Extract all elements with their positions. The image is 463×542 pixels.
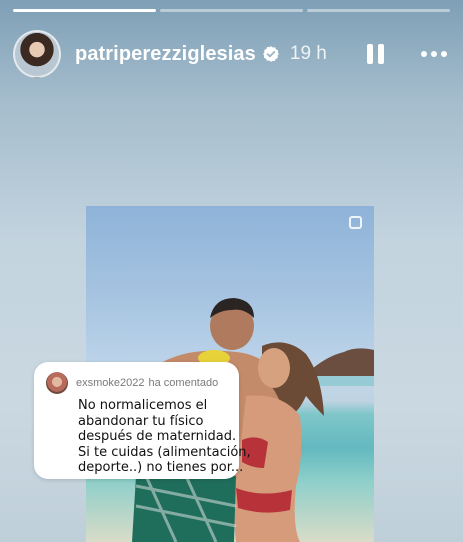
comment-header: exsmoke2022 ha comentado [46,372,227,394]
progress-segment-1 [13,9,156,12]
comment-text: No normalicemos el abandonar tu físico d… [78,398,251,476]
verified-badge-icon [262,45,280,63]
story-progress-bar [13,9,450,12]
pause-icon[interactable] [360,39,390,69]
comment-sticker[interactable]: exsmoke2022 ha comentado No normalicemos… [34,362,251,479]
commenter-username: exsmoke2022 [76,377,145,389]
comment-line: Si te cuidas (alimentación, [78,444,251,460]
username[interactable]: patriperezziglesias [75,43,256,66]
comment-line: abandonar tu físico [78,413,204,429]
comment-action: ha comentado [148,377,219,389]
more-options-icon[interactable] [418,39,450,69]
comment-line: después de maternidad. [78,429,237,444]
post-time: 19 h [289,43,327,64]
comment-line: deporte..) no tienes por... [78,460,244,475]
progress-segment-3 [307,9,450,12]
profile-avatar[interactable] [13,30,61,78]
commenter-avatar [46,372,68,394]
progress-segment-2 [160,9,303,12]
story-header: patriperezziglesias 19 h [13,30,450,78]
comment-line: No normalicemos el [78,398,208,413]
select-check-icon[interactable] [349,216,362,229]
